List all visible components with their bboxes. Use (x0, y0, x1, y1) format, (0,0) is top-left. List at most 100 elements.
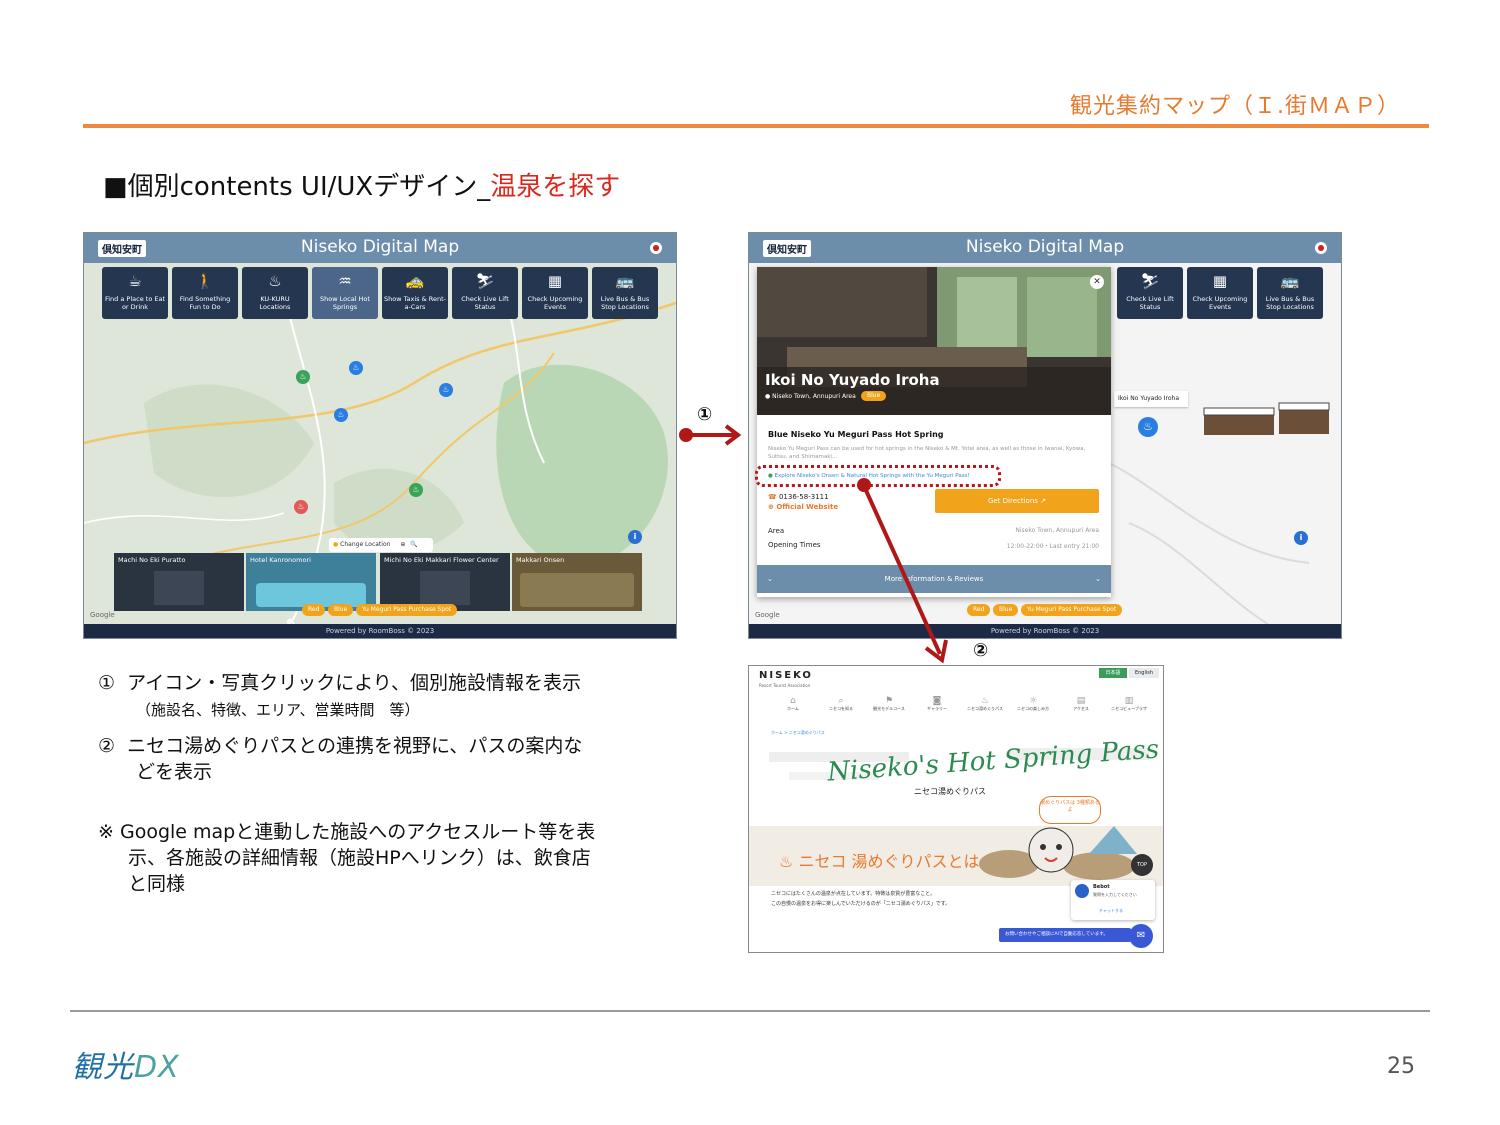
location-pin-icon: ● (765, 393, 771, 400)
note-1-text: アイコン・写真クリックにより、個別施設情報を表示 (127, 672, 582, 694)
tile-bus[interactable]: 🚌 Live Bus & Bus Stop Locations (1257, 267, 1323, 319)
site-nav: ⌂ ホーム ⌕ ニセコを知る ⚑ 観光モデルコース ◙ ギャラリー ♨ ニセコ湯めぐりパス… (771, 696, 1151, 718)
chevron-down-icon: ⌄ (767, 575, 773, 583)
lang-ja-button[interactable]: 日本語 (1099, 668, 1127, 678)
bulb-icon: ☼ (1028, 696, 1038, 706)
globe-icon: ⊕ (768, 503, 774, 511)
external-link-icon: ↗ (1040, 497, 1047, 505)
site-logo[interactable]: NISEKO (759, 670, 813, 681)
chip-pass-purchase[interactable]: Yu Meguri Pass Purchase Spot (356, 604, 458, 616)
tile-fun[interactable]: 🚶 Find Something Fun to Do (172, 267, 238, 319)
close-icon[interactable]: ✕ (1090, 275, 1104, 289)
nav-item-plaza[interactable]: ▥ ニセコビュープラザ (1107, 696, 1151, 712)
note-2-number: ② (98, 735, 116, 757)
place-card[interactable]: Hotel Kanronomori (246, 553, 376, 611)
chat-bot-message: 質問を入力してください (1093, 892, 1137, 897)
hot-spring-marker[interactable]: ♨ (349, 361, 363, 375)
note-2-line2: どを表示 (136, 761, 213, 783)
brand-text: 観光 (72, 1050, 134, 1085)
nav-item-gallery[interactable]: ◙ ギャラリー (915, 696, 959, 712)
chip-pass-purchase[interactable]: Yu Meguri Pass Purchase Spot (1021, 604, 1123, 616)
google-watermark: Google (755, 611, 780, 619)
calendar-icon: ▦ (547, 272, 563, 290)
place-card[interactable]: Makkari Onsen (512, 553, 642, 611)
note-2-text: ニセコ湯めぐりパスとの連携を視野に、パスの案内な (127, 735, 583, 757)
hot-spring-marker[interactable]: ♨ (334, 408, 348, 422)
nav-item-home[interactable]: ⌂ ホーム (771, 696, 815, 712)
facility-name: Ikoi No Yuyado Iroha (765, 371, 940, 389)
breadcrumb[interactable]: ホーム > ニセコ湯めぐりパス (771, 730, 825, 736)
tile-events[interactable]: ▦ Check Upcoming Events (1187, 267, 1253, 319)
tile-lift-status[interactable]: ⛷ Check Live Lift Status (1117, 267, 1183, 319)
japan-flag-icon[interactable] (650, 242, 662, 254)
info-icon[interactable]: i (1294, 531, 1308, 545)
nav-item-pass[interactable]: ♨ ニセコ湯めぐりパス (963, 696, 1007, 712)
slide-header-title: 観光集約マップ（Ｉ.街ＭＡＰ） (1070, 94, 1400, 119)
nav-item-about[interactable]: ⌕ ニセコを知る (819, 696, 863, 712)
hot-spring-icon: ♨ (779, 852, 794, 871)
site-logo-sub: Resort Tourist Association (759, 683, 811, 688)
phone-row[interactable]: ☎ 0136-58-3111 (768, 493, 829, 501)
place-card-title: Machi No Eki Puratto (118, 556, 186, 564)
app-footer: Powered by RoomBoss © 2023 (84, 624, 676, 638)
marker-1: ① (697, 404, 713, 425)
note-3-text: Google mapと連動した施設へのアクセスルート等を表 (119, 821, 596, 843)
search-icon[interactable]: 🔍 (407, 541, 417, 548)
top-button[interactable]: TOP (1131, 854, 1153, 876)
facility-location: ● Niseko Town, Annupuri Area (765, 393, 856, 400)
nav-item-enjoy[interactable]: ☼ ニセコの楽しみ方 (1011, 696, 1055, 712)
phone-icon: ☎ (768, 493, 777, 501)
marker-2: ② (973, 640, 989, 661)
kukuru-icon: ♨ (268, 272, 282, 290)
lang-en-button[interactable]: English (1129, 668, 1159, 678)
japan-flag-icon[interactable] (1315, 242, 1327, 254)
note-3-mark: ※ (98, 821, 114, 843)
info-icon[interactable]: i (628, 530, 642, 544)
diagonal-arrow (862, 485, 948, 664)
house-icon: ⌂ (790, 696, 796, 706)
skier-icon: ⛷ (1140, 272, 1160, 290)
detail-app-screenshot: 倶知安町 Niseko Digital Map ⛷ Check Live Lift… (748, 232, 1342, 639)
crosshair-icon[interactable]: ⊕ (392, 541, 405, 548)
tile-events[interactable]: ▦ Check Upcoming Events (522, 267, 588, 319)
map-app-screenshot: 倶知安町 Niseko Digital Map ☕ Find a Place to… (83, 232, 677, 639)
car-icon: 🚕 (405, 272, 425, 290)
chevron-down-icon: ⌄ (1095, 575, 1101, 583)
change-location-bar[interactable]: ● Change Location ⊕ 🔍 (329, 538, 433, 552)
bus-icon: 🚌 (1280, 272, 1300, 290)
app-header: 倶知安町 Niseko Digital Map (84, 233, 676, 263)
chat-link[interactable]: チャットする (1099, 908, 1123, 914)
tile-bus[interactable]: 🚌 Live Bus & Bus Stop Locations (592, 267, 658, 319)
chip-blue[interactable]: Blue (993, 604, 1019, 616)
chip-red[interactable]: Red (967, 604, 991, 616)
hot-spring-marker[interactable]: ♨ (296, 370, 310, 384)
chip-red[interactable]: Red (302, 604, 326, 616)
website-link[interactable]: ⊕ Official Website (768, 503, 838, 511)
map-tooltip[interactable]: Ikoi No Yuyado Iroha (1114, 391, 1188, 407)
place-card[interactable]: Michi No Eki Makkari Flower Center (380, 553, 510, 611)
app-title: Niseko Digital Map (965, 237, 1125, 257)
nav-item-course[interactable]: ⚑ 観光モデルコース (867, 696, 911, 712)
dish-icon: ☕ (128, 272, 142, 290)
bot-avatar (1075, 884, 1089, 898)
tile-hot-springs[interactable]: ♒ Show Local Hot Springs (312, 267, 378, 319)
building-icon: ▥ (1124, 696, 1134, 706)
chat-widget[interactable]: Bebot 質問を入力してください チャットする (1071, 880, 1155, 920)
tile-eat-drink[interactable]: ☕ Find a Place to Eat or Drink (102, 267, 168, 319)
intro-body-2: この自慢の温泉をお得に楽しんでいただけるのが「ニセコ湯めぐりパス」です。 (771, 901, 951, 907)
nav-item-access[interactable]: ▤ アクセス (1059, 696, 1103, 712)
tile-lift-status[interactable]: ⛷ Check Live Lift Status (452, 267, 518, 319)
header-divider (83, 124, 1429, 128)
hot-spring-marker[interactable]: ♨ (409, 483, 423, 497)
hot-spring-marker[interactable]: ♨ (439, 383, 453, 397)
chat-bubble-icon[interactable]: ✉ (1129, 924, 1153, 948)
place-card[interactable]: Machi No Eki Puratto (114, 553, 244, 611)
chip-blue[interactable]: Blue (328, 604, 354, 616)
selected-marker[interactable]: ♨ (294, 500, 308, 514)
hot-spring-marker[interactable]: ♨ (1138, 417, 1158, 437)
tile-kukuru[interactable]: ♨ KU-KURU Locations (242, 267, 308, 319)
tile-taxis[interactable]: 🚕 Show Taxis & Rent-a-Cars (382, 267, 448, 319)
chat-banner[interactable]: お問い合わせやご相談にAIで自動応答しています。 (999, 928, 1131, 942)
blue-badge: Blue (861, 391, 887, 401)
note-1-number: ① (98, 672, 116, 694)
